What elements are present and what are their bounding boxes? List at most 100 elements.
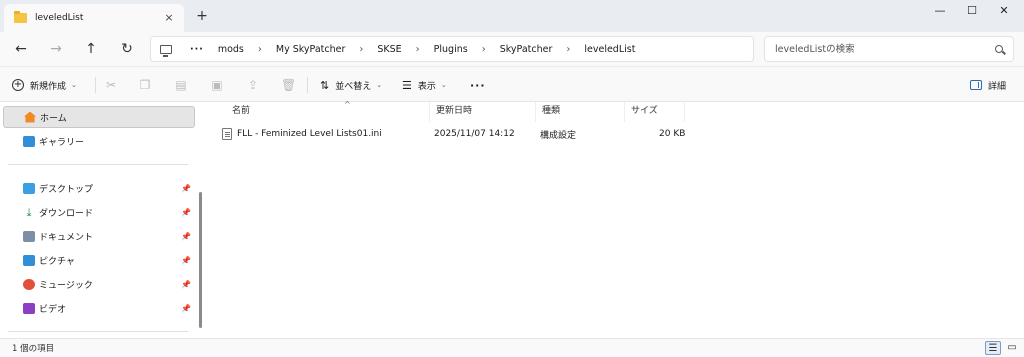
share-icon[interactable]: ⇪: [246, 78, 260, 92]
new-button[interactable]: + 新規作成 ⌄: [12, 75, 77, 95]
delete-icon[interactable]: 🗑: [281, 78, 296, 92]
sort-button[interactable]: ⇅ 並べ替え ⌄: [320, 75, 382, 95]
sidebar-item-home[interactable]: ホーム: [3, 106, 195, 128]
download-icon: ⤓: [26, 205, 32, 219]
column-header-size[interactable]: サイズ: [625, 102, 685, 122]
search-box[interactable]: [764, 36, 1014, 62]
sidebar-item-music[interactable]: ミュージック 📌: [3, 273, 195, 295]
file-modified: 2025/11/07 14:12: [434, 129, 515, 139]
maximize-button[interactable]: ☐: [957, 0, 987, 22]
videos-icon: [23, 302, 35, 314]
column-header-label: サイズ: [631, 106, 658, 116]
breadcrumb-item[interactable]: My SkyPatcher: [276, 44, 346, 55]
pin-icon[interactable]: 📌: [181, 304, 191, 313]
ini-file-icon: [222, 128, 232, 140]
pin-icon[interactable]: 📌: [181, 280, 191, 289]
breadcrumb-item[interactable]: SkyPatcher: [500, 44, 553, 55]
navigation-pane: ホーム ギャラリー デスクトップ 📌 ⤓ ダウンロード 📌 ドキュメント 📌 ピ…: [0, 102, 205, 338]
documents-icon: [23, 230, 35, 242]
file-size: 20 KB: [659, 129, 686, 139]
column-header-label: 更新日時: [436, 106, 473, 116]
details-pane-icon: [970, 80, 982, 90]
breadcrumb-overflow[interactable]: ···: [190, 44, 204, 55]
sidebar-item-label: ミュージック: [39, 280, 93, 291]
sidebar-item-label: ホーム: [40, 113, 67, 124]
column-header-modified[interactable]: 更新日時: [430, 102, 536, 122]
pin-icon[interactable]: 📌: [181, 256, 191, 265]
column-header-label: 名前: [232, 106, 251, 116]
new-button-label: 新規作成: [30, 81, 67, 92]
folder-icon: [14, 11, 27, 23]
pin-icon[interactable]: 📌: [181, 208, 191, 217]
new-tab-button[interactable]: +: [194, 8, 210, 24]
sidebar-item-documents[interactable]: ドキュメント 📌: [3, 225, 195, 247]
file-name: FLL - Feminized Level Lists01.ini: [237, 129, 382, 139]
tab-close-icon[interactable]: ×: [162, 11, 176, 25]
column-header-type[interactable]: 種類: [536, 102, 625, 122]
command-bar: + 新規作成 ⌄ ✂ ❐ ▤ ▣ ⇪ 🗑 ⇅ 並べ替え ⌄ ☰ 表示 ⌄ ···…: [0, 66, 1024, 102]
back-button[interactable]: ←: [10, 38, 32, 60]
gallery-icon: [23, 135, 35, 147]
tiles-view-button[interactable]: ▭: [1004, 341, 1020, 355]
more-options-button[interactable]: ···: [470, 75, 486, 95]
breadcrumb-item[interactable]: Plugins: [434, 44, 468, 55]
divider: [8, 331, 188, 332]
search-icon[interactable]: [995, 45, 1003, 53]
search-input[interactable]: [775, 37, 985, 61]
breadcrumb-separator[interactable]: ›: [566, 44, 570, 55]
rename-icon[interactable]: ▣: [210, 78, 224, 92]
breadcrumb-separator[interactable]: ›: [359, 44, 363, 55]
chevron-down-icon: ⌄: [440, 81, 447, 89]
up-button[interactable]: ↑: [80, 38, 102, 60]
home-icon: [24, 111, 36, 123]
scrollbar[interactable]: [199, 192, 202, 328]
pin-icon[interactable]: 📌: [181, 232, 191, 241]
tab-leveledlist[interactable]: leveledList ×: [4, 4, 184, 32]
paste-icon[interactable]: ▤: [174, 78, 188, 92]
sidebar-item-label: ギャラリー: [39, 137, 85, 148]
column-header-name[interactable]: ^ 名前: [226, 100, 430, 122]
copy-icon[interactable]: ❐: [138, 78, 152, 92]
sidebar-item-pictures[interactable]: ピクチャ 📌: [3, 249, 195, 271]
details-view-button[interactable]: ☰: [985, 341, 1001, 355]
view-button[interactable]: ☰ 表示 ⌄: [402, 75, 447, 95]
table-row[interactable]: FLL - Feminized Level Lists01.ini 2025/1…: [222, 124, 692, 144]
file-list: ^ 名前 更新日時 種類 サイズ FLL - Feminized Level L…: [206, 100, 1024, 338]
divider: [95, 77, 96, 93]
refresh-button[interactable]: ↻: [116, 38, 138, 60]
pin-icon[interactable]: 📌: [181, 184, 191, 193]
sidebar-item-label: ピクチャ: [39, 256, 75, 267]
address-bar[interactable]: ··· mods › My SkyPatcher › SKSE › Plugin…: [150, 36, 754, 62]
sidebar-item-videos[interactable]: ビデオ 📌: [3, 297, 195, 319]
close-window-button[interactable]: ✕: [989, 0, 1019, 22]
divider: [8, 164, 188, 165]
desktop-icon: [23, 182, 35, 194]
breadcrumb-item[interactable]: mods: [218, 44, 244, 55]
chevron-down-icon: ⌄: [376, 81, 383, 89]
minimize-button[interactable]: —: [925, 0, 955, 22]
this-pc-icon[interactable]: [160, 44, 172, 57]
breadcrumb-item[interactable]: SKSE: [377, 44, 401, 55]
breadcrumb-separator[interactable]: ›: [416, 44, 420, 55]
sidebar-item-label: ダウンロード: [39, 208, 94, 219]
sort-button-label: 並べ替え: [335, 81, 372, 92]
sidebar-item-desktop[interactable]: デスクトップ 📌: [3, 177, 195, 199]
breadcrumb-item-current[interactable]: leveledList: [584, 44, 635, 55]
cut-icon[interactable]: ✂: [104, 78, 118, 92]
sort-icon: ⇅: [320, 78, 330, 92]
address-toolbar: ← → ↑ ↻ ··· mods › My SkyPatcher › SKSE …: [0, 32, 1024, 66]
breadcrumb-separator[interactable]: ›: [258, 44, 262, 55]
details-button-label: 詳細: [988, 81, 1007, 92]
view-button-label: 表示: [417, 81, 436, 92]
tab-title: leveledList: [35, 13, 84, 23]
breadcrumb-separator[interactable]: ›: [482, 44, 486, 55]
forward-button[interactable]: →: [45, 38, 67, 60]
sidebar-item-downloads[interactable]: ⤓ ダウンロード 📌: [3, 201, 195, 223]
sidebar-item-gallery[interactable]: ギャラリー: [3, 130, 195, 152]
pictures-icon: [23, 254, 35, 266]
status-bar: 1 個の項目 ☰ ▭: [0, 338, 1024, 357]
file-type: 構成設定: [540, 130, 577, 141]
title-bar: leveledList × + — ☐ ✕: [0, 0, 1024, 32]
details-pane-button[interactable]: 詳細: [970, 75, 1006, 95]
plus-icon: +: [12, 79, 24, 91]
